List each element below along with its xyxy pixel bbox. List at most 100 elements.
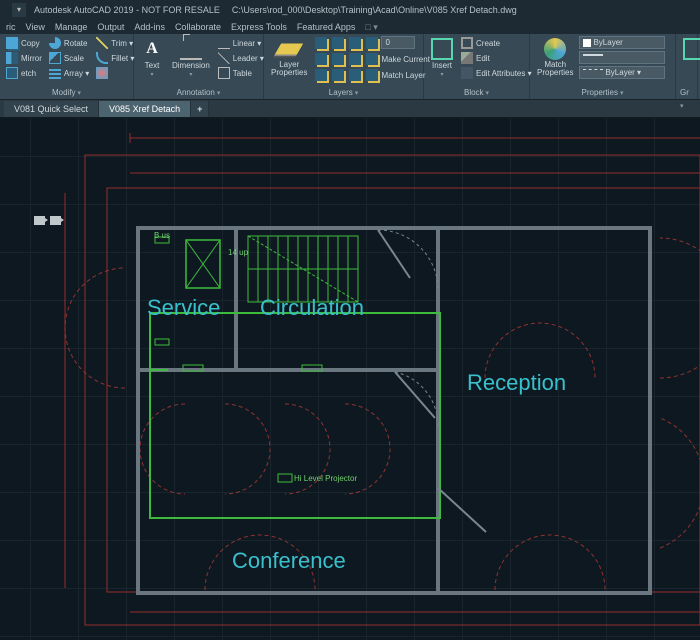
array-button[interactable]: Array ▾ bbox=[47, 66, 91, 80]
modify-more-button[interactable] bbox=[94, 66, 136, 80]
array-icon bbox=[49, 67, 61, 79]
lineweight-dropdown[interactable] bbox=[579, 51, 665, 64]
room-label-circulation: Circulation bbox=[260, 295, 364, 321]
menu-bar: ric View Manage Output Add-ins Collabora… bbox=[0, 20, 700, 34]
matchlay-icon bbox=[366, 69, 378, 81]
swatch-icon bbox=[332, 53, 344, 65]
table-icon bbox=[218, 67, 230, 79]
layer-state-d[interactable] bbox=[364, 36, 380, 50]
groups-button[interactable] bbox=[680, 36, 700, 87]
group-icon bbox=[683, 38, 700, 60]
create-icon bbox=[461, 37, 473, 49]
edit-attributes-button[interactable]: Edit Attributes ▾ bbox=[459, 66, 534, 80]
rotate-button[interactable]: Rotate bbox=[47, 36, 91, 50]
copy-button[interactable]: Copy bbox=[4, 36, 44, 50]
swatch-icon bbox=[315, 69, 327, 81]
file-tab-add[interactable]: + bbox=[191, 101, 209, 117]
bus-label: B us bbox=[154, 231, 170, 240]
panel-label[interactable]: Layers bbox=[268, 87, 419, 99]
menu-end-icon[interactable]: □ ▾ bbox=[365, 22, 377, 33]
panel-layers: Layer Properties 0 Make Current bbox=[264, 34, 424, 99]
fillet-button[interactable]: Fillet ▾ bbox=[94, 51, 136, 65]
menu-item[interactable]: Collaborate bbox=[175, 22, 221, 32]
room-label-conference: Conference bbox=[232, 548, 346, 574]
leader-icon bbox=[218, 52, 230, 64]
menu-item[interactable]: View bbox=[26, 22, 45, 32]
swatch-icon bbox=[332, 37, 344, 49]
leader-button[interactable]: Leader ▾ bbox=[216, 51, 266, 65]
panel-label[interactable]: Annotation bbox=[138, 87, 259, 99]
file-tab-strip: V081 Quick Select V085 Xref Detach + bbox=[0, 100, 700, 118]
layer-state-a[interactable] bbox=[313, 36, 329, 50]
create-block-button[interactable]: Create bbox=[459, 36, 534, 50]
room-label-service: Service bbox=[147, 295, 220, 321]
mirror-icon bbox=[6, 52, 18, 64]
layer-freeze[interactable] bbox=[330, 52, 346, 66]
file-path: C:\Users\rod_000\Desktop\Training\Acad\O… bbox=[232, 0, 517, 20]
panel-properties: Match Properties ByLayer ByLayer ▾ Prope… bbox=[530, 34, 676, 99]
trim-icon bbox=[96, 37, 108, 49]
match-properties-button[interactable]: Match Properties bbox=[534, 36, 576, 87]
menu-item[interactable]: Manage bbox=[55, 22, 88, 32]
file-tab-inactive[interactable]: V081 Quick Select bbox=[4, 101, 99, 117]
linear-icon bbox=[218, 37, 230, 49]
dimension-icon bbox=[180, 38, 202, 60]
scale-icon bbox=[49, 52, 61, 64]
menu-item[interactable]: ric bbox=[6, 22, 16, 32]
layer-lock[interactable] bbox=[347, 52, 363, 66]
panel-annotation: AText▾ Dimension▾ Linear ▾ Leader ▾ Tabl… bbox=[134, 34, 264, 99]
menu-item[interactable]: Output bbox=[97, 22, 124, 32]
color-dropdown[interactable]: ByLayer bbox=[579, 36, 665, 49]
layer-state-b[interactable] bbox=[330, 36, 346, 50]
qat-dropdown-icon[interactable]: ▾ bbox=[12, 3, 26, 17]
panel-label[interactable]: Properties bbox=[534, 87, 671, 99]
rotate-icon bbox=[49, 37, 61, 49]
fillet-icon bbox=[96, 52, 108, 64]
matchprop-icon bbox=[544, 38, 566, 60]
panel-groups: Gr bbox=[676, 34, 698, 99]
ribbon: Copy Mirror etch Rotate Scale Array ▾ Tr… bbox=[0, 34, 700, 100]
panel-label[interactable]: Gr bbox=[680, 87, 693, 99]
panel-label[interactable]: Block bbox=[428, 87, 525, 99]
make-current-button[interactable]: Make Current bbox=[364, 52, 431, 66]
panel-block: Insert▾ Create Edit Edit Attributes ▾ Bl… bbox=[424, 34, 530, 99]
layer-iso[interactable] bbox=[313, 52, 329, 66]
edit-block-button[interactable]: Edit bbox=[459, 51, 534, 65]
trim-button[interactable]: Trim ▾ bbox=[94, 36, 136, 50]
mirror-button[interactable]: Mirror bbox=[4, 51, 44, 65]
layer-current-dd[interactable]: 0 bbox=[381, 36, 415, 49]
layers-icon bbox=[275, 44, 303, 55]
app-title: Autodesk AutoCAD 2019 - NOT FOR RESALE bbox=[34, 0, 220, 20]
layer-state-c[interactable] bbox=[347, 36, 363, 50]
layer-on[interactable] bbox=[330, 68, 346, 82]
swatch-icon bbox=[366, 37, 378, 49]
table-button[interactable]: Table bbox=[216, 66, 266, 80]
insert-button[interactable]: Insert▾ bbox=[428, 36, 456, 87]
lineweight-icon bbox=[583, 54, 603, 66]
swatch-icon bbox=[315, 37, 327, 49]
stretch-button[interactable]: etch bbox=[4, 66, 44, 80]
text-icon: A bbox=[141, 38, 163, 60]
panel-label[interactable]: Modify bbox=[4, 87, 129, 99]
linear-button[interactable]: Linear ▾ bbox=[216, 36, 266, 50]
text-button[interactable]: AText▾ bbox=[138, 36, 166, 87]
match-layer-button[interactable]: Match Layer bbox=[364, 68, 427, 82]
file-tab-active[interactable]: V085 Xref Detach bbox=[99, 101, 191, 117]
swatch-icon bbox=[332, 69, 344, 81]
layer-off[interactable] bbox=[313, 68, 329, 82]
linetype-icon bbox=[583, 69, 603, 81]
linetype-dropdown[interactable]: ByLayer ▾ bbox=[579, 66, 665, 79]
swatch-icon bbox=[349, 37, 361, 49]
menu-item[interactable]: Featured Apps bbox=[297, 22, 356, 32]
menu-item[interactable]: Express Tools bbox=[231, 22, 287, 32]
swatch-icon bbox=[315, 53, 327, 65]
drawing-svg bbox=[0, 118, 700, 640]
room-label-reception: Reception bbox=[467, 370, 566, 396]
dimension-button[interactable]: Dimension▾ bbox=[169, 36, 213, 87]
panel-modify: Copy Mirror etch Rotate Scale Array ▾ Tr… bbox=[0, 34, 134, 99]
menu-item[interactable]: Add-ins bbox=[134, 22, 165, 32]
layer-prev[interactable] bbox=[347, 68, 363, 82]
scale-button[interactable]: Scale bbox=[47, 51, 91, 65]
drawing-canvas[interactable]: Service Circulation Reception Conference… bbox=[0, 118, 700, 640]
layer-properties-button[interactable]: Layer Properties bbox=[268, 36, 310, 87]
